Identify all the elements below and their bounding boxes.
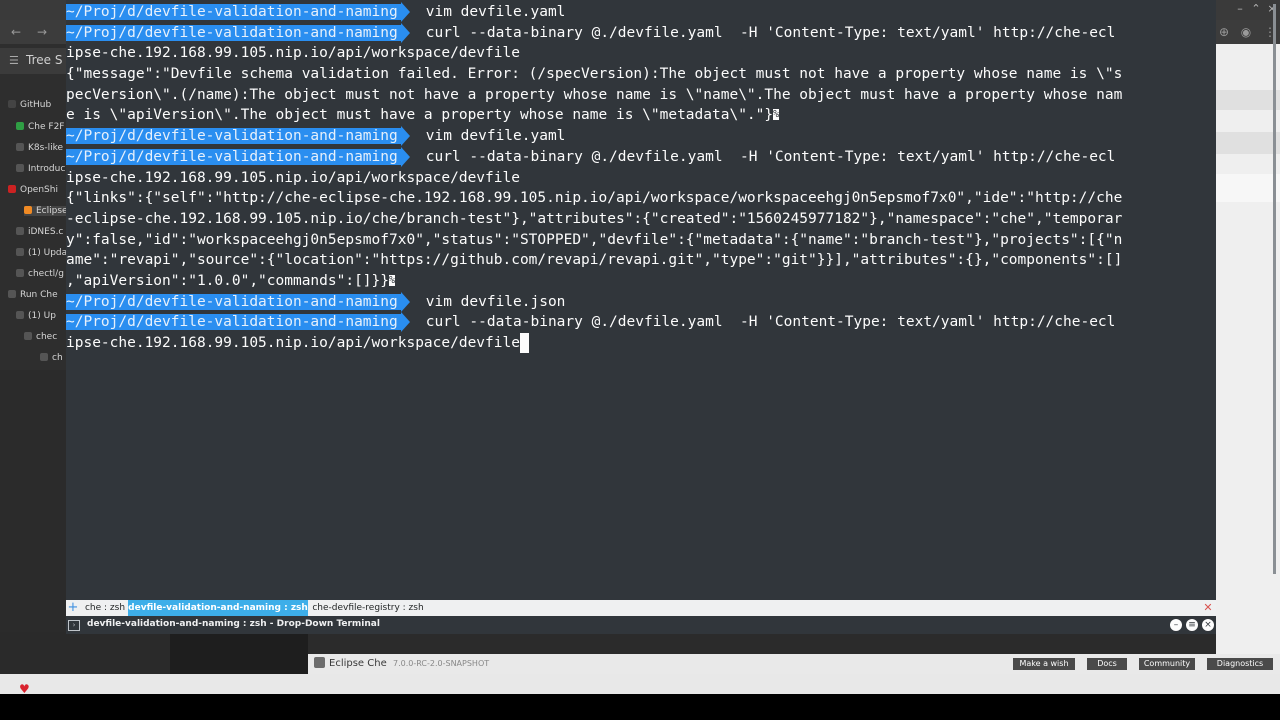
output-line: ,"apiVersion":"1.0.0","commands":[]}}% [66, 271, 1122, 292]
prompt-line: ~/Proj/d/devfile-validation-and-naming vi… [66, 126, 1122, 147]
command-text: curl --data-binary @./devfile.yaml -H 'C… [425, 314, 1116, 331]
command-text: curl --data-binary @./devfile.yaml -H 'C… [425, 148, 1116, 165]
sidebar-item[interactable]: Che F2F [16, 122, 64, 132]
output-text: ipse-che.192.168.99.105.nip.io/api/works… [66, 45, 520, 62]
output-text: e is \"apiVersion\".The object must have… [66, 107, 774, 124]
output-text: ipse-che.192.168.99.105.nip.io/api/works… [66, 169, 520, 186]
tab-che-devfile-registry[interactable]: che-devfile-registry : zsh [310, 600, 426, 616]
output-text: -eclipse-che.192.168.99.105.nip.io/che/b… [66, 210, 1123, 227]
minimize-icon[interactable]: – [1170, 619, 1182, 631]
close-tab-icon[interactable]: ✕ [1202, 602, 1214, 614]
forward-icon[interactable]: → [34, 24, 50, 40]
menu-icon[interactable]: ≡ [1186, 619, 1198, 631]
window-title: devfile-validation-and-naming : zsh - Dr… [87, 619, 380, 629]
no-newline-marker: % [773, 109, 780, 121]
close-icon[interactable]: × [1202, 619, 1214, 631]
prompt-arrow-icon [400, 291, 410, 312]
page-content-edge [1216, 44, 1280, 654]
output-text: {"message":"Devfile schema validation fa… [66, 66, 1123, 83]
screen-bottom-border [0, 694, 1280, 720]
output-line: {"links":{"self":"http://che-eclipse-che… [66, 188, 1122, 209]
sidebar-item[interactable]: ch [40, 353, 63, 363]
sidebar-item[interactable]: Introduc [16, 164, 65, 174]
dark-panel [170, 632, 308, 674]
prompt-path: ~/Proj/d/devfile-validation-and-naming [66, 4, 401, 20]
prompt-arrow-icon [400, 22, 410, 43]
diagnostics-button[interactable]: Diagnostics [1207, 658, 1273, 670]
browser-bottom-bar [0, 674, 1280, 694]
output-line: ipse-che.192.168.99.105.nip.io/api/works… [66, 333, 1122, 354]
output-text: y":false,"id":"workspaceehgj0n5epsmof7x0… [66, 231, 1123, 248]
output-line: ame":"revapi","source":{"location":"http… [66, 250, 1122, 271]
extensions-icon[interactable]: ⊕ [1216, 24, 1232, 40]
command-text: vim devfile.yaml [425, 128, 566, 145]
output-line: -eclipse-che.192.168.99.105.nip.io/che/b… [66, 209, 1122, 230]
sidebar-panel-icon: ☰ [9, 54, 19, 67]
output-line: ipse-che.192.168.99.105.nip.io/api/works… [66, 43, 1122, 64]
tab-che[interactable]: che : zsh [82, 600, 128, 616]
sidebar-item[interactable]: K8s-like [16, 143, 63, 153]
prompt-arrow-icon [400, 2, 410, 22]
account-icon[interactable]: ◉ [1238, 24, 1254, 40]
new-tab-icon[interactable]: + [66, 600, 80, 616]
prompt-line: ~/Proj/d/devfile-validation-and-naming vi… [66, 291, 1122, 313]
sidebar-item[interactable]: OpenShi [8, 185, 58, 195]
sidebar-item[interactable]: chectl/g [16, 269, 64, 279]
che-logo-icon [314, 657, 325, 668]
prompt-line: ~/Proj/d/devfile-validation-and-naming cu… [66, 146, 1122, 168]
prompt-arrow-icon [400, 126, 410, 147]
make-a-wish-button[interactable]: Make a wish [1013, 658, 1075, 670]
sidebar-item[interactable]: (1) Up [16, 311, 56, 321]
sidebar-item[interactable]: Run Che [8, 290, 58, 300]
output-line: e is \"apiVersion\".The object must have… [66, 105, 1122, 126]
terminal-cursor [519, 333, 529, 353]
tab-devfile-validation-and-naming[interactable]: devfile-validation-and-naming : zsh [128, 600, 308, 616]
output-line: pecVersion\".(/name):The object must not… [66, 85, 1122, 106]
prompt-arrow-icon [400, 312, 410, 333]
output-line: y":false,"id":"workspaceehgj0n5epsmof7x0… [66, 230, 1122, 251]
prompt-path: ~/Proj/d/devfile-validation-and-naming [66, 24, 401, 41]
command-text: vim devfile.yaml [425, 4, 566, 20]
sidebar-footer [0, 632, 170, 674]
output-text: ,"apiVersion":"1.0.0","commands":[]}} [66, 272, 390, 289]
sidebar-title: Tree S [26, 53, 63, 67]
back-icon[interactable]: ← [8, 24, 24, 40]
sidebar-item-active[interactable]: Eclipse [24, 206, 72, 216]
prompt-path: ~/Proj/d/devfile-validation-and-naming [66, 293, 401, 310]
output-text: ame":"revapi","source":{"location":"http… [66, 252, 1123, 269]
prompt-path: ~/Proj/d/devfile-validation-and-naming [66, 148, 401, 165]
terminal-app-icon: › [68, 620, 80, 631]
eclipse-che-logo: Eclipse Che [314, 657, 387, 669]
community-button[interactable]: Community [1139, 658, 1195, 670]
prompt-line: ~/Proj/d/devfile-validation-and-naming cu… [66, 22, 1122, 44]
prompt-line: ~/Proj/d/devfile-validation-and-naming vi… [66, 2, 1122, 23]
version-label: 7.0.0-RC-2.0-SNAPSHOT [393, 659, 490, 668]
command-text: vim devfile.json [425, 293, 566, 310]
docs-button[interactable]: Docs [1087, 658, 1127, 670]
command-text: curl --data-binary @./devfile.yaml -H 'C… [425, 24, 1116, 41]
output-text: {"links":{"self":"http://che-eclipse-che… [66, 190, 1123, 207]
close-icon[interactable]: × [1265, 2, 1279, 16]
output-text: pecVersion\".(/name):The object must not… [66, 86, 1123, 103]
prompt-arrow-icon [400, 146, 410, 167]
sidebar-item[interactable]: chec [24, 332, 57, 342]
restore-icon[interactable]: ⌃ [1249, 2, 1263, 16]
output-line: {"message":"Devfile schema validation fa… [66, 64, 1122, 85]
prompt-path: ~/Proj/d/devfile-validation-and-naming [66, 128, 401, 145]
no-newline-marker: % [389, 274, 396, 286]
terminal-output: ~/Proj/d/devfile-validation-and-naming vi… [66, 2, 1122, 354]
sidebar-item[interactable]: iDNES.c [16, 227, 63, 237]
sidebar-item[interactable]: GitHub [8, 100, 51, 110]
prompt-path: ~/Proj/d/devfile-validation-and-naming [66, 314, 401, 331]
sidebar-item[interactable]: (1) Upda [16, 248, 67, 258]
terminal-scrollbar[interactable] [1273, 4, 1276, 574]
prompt-line: ~/Proj/d/devfile-validation-and-naming cu… [66, 312, 1122, 333]
terminal-window[interactable]: ~/Proj/d/devfile-validation-and-naming vi… [66, 0, 1276, 600]
output-line: ipse-che.192.168.99.105.nip.io/api/works… [66, 168, 1122, 189]
minimize-icon[interactable]: – [1233, 2, 1247, 16]
output-text: ipse-che.192.168.99.105.nip.io/api/works… [66, 335, 520, 351]
